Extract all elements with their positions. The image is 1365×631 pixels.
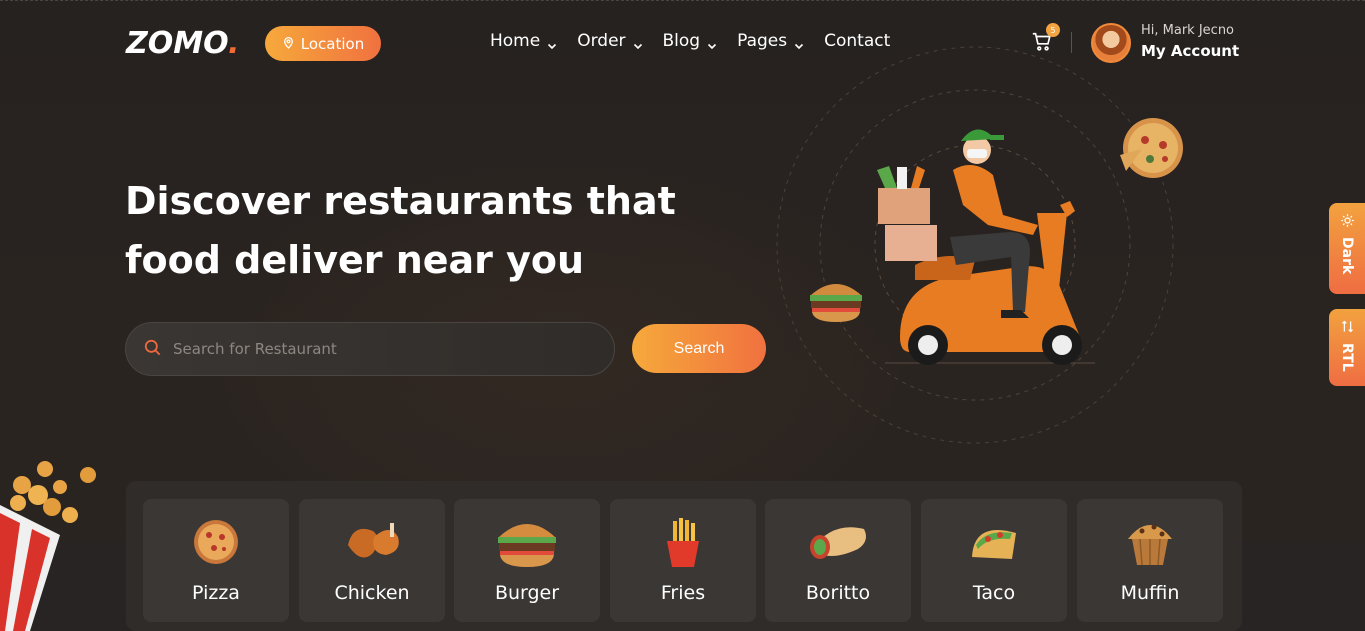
- dark-label: Dark: [1339, 237, 1355, 275]
- location-label: Location: [300, 34, 365, 53]
- location-pin-icon: [282, 35, 295, 53]
- rtl-label: RTL: [1339, 343, 1355, 372]
- category-chicken[interactable]: Chicken: [299, 499, 445, 622]
- search-box[interactable]: [125, 322, 615, 376]
- delivery-illustration: [776, 46, 1183, 444]
- fries-icon: [667, 518, 699, 567]
- taco-icon: [972, 530, 1016, 559]
- chevron-down-icon: [707, 36, 717, 50]
- category-burger[interactable]: Burger: [454, 499, 600, 622]
- category-taco[interactable]: Taco: [921, 499, 1067, 622]
- search-input[interactable]: [173, 340, 573, 358]
- category-muffin[interactable]: Muffin: [1077, 499, 1223, 622]
- category-label: Muffin: [1120, 582, 1180, 604]
- category-label: Pizza: [192, 582, 240, 604]
- burger-icon: [810, 284, 862, 322]
- swap-icon: [1340, 319, 1355, 338]
- burrito-icon: [810, 527, 866, 559]
- brand-logo[interactable]: ZOMO.: [126, 26, 239, 61]
- nav-blog[interactable]: Blog: [663, 31, 718, 51]
- pizza-icon: [194, 520, 238, 564]
- chevron-down-icon: [633, 36, 643, 50]
- category-label: Chicken: [334, 582, 410, 604]
- muffin-icon: [1128, 524, 1172, 566]
- chicken-icon: [348, 523, 399, 558]
- search-button[interactable]: Search: [632, 324, 766, 373]
- sun-icon: [1340, 213, 1355, 232]
- category-fries[interactable]: Fries: [610, 499, 756, 622]
- burger-icon: [498, 524, 556, 567]
- pizza-icon: [1120, 118, 1183, 178]
- category-label: Fries: [660, 582, 706, 604]
- top-border: [0, 0, 1365, 2]
- nav-home-label: Home: [490, 31, 541, 51]
- location-button[interactable]: Location: [265, 26, 381, 61]
- chevron-down-icon: [547, 36, 557, 50]
- category-burrito[interactable]: Boritto: [765, 499, 911, 622]
- nav-home[interactable]: Home: [490, 31, 557, 51]
- search-icon: [143, 338, 173, 361]
- category-pizza[interactable]: Pizza: [143, 499, 289, 622]
- dark-mode-toggle[interactable]: Dark: [1329, 203, 1365, 294]
- greeting-text: Hi, Mark Jecno: [1141, 23, 1235, 38]
- category-label: Taco: [972, 582, 1016, 604]
- nav-order-label: Order: [577, 31, 626, 51]
- nav-order[interactable]: Order: [577, 31, 642, 51]
- category-label: Boritto: [805, 582, 871, 604]
- nav-blog-label: Blog: [662, 31, 701, 51]
- page-title: Discover restaurants that food deliver n…: [125, 179, 676, 282]
- cart-count-badge: 5: [1046, 23, 1060, 37]
- category-label: Burger: [494, 582, 560, 604]
- rtl-toggle[interactable]: RTL: [1329, 309, 1365, 386]
- popcorn-decoration: [0, 461, 96, 631]
